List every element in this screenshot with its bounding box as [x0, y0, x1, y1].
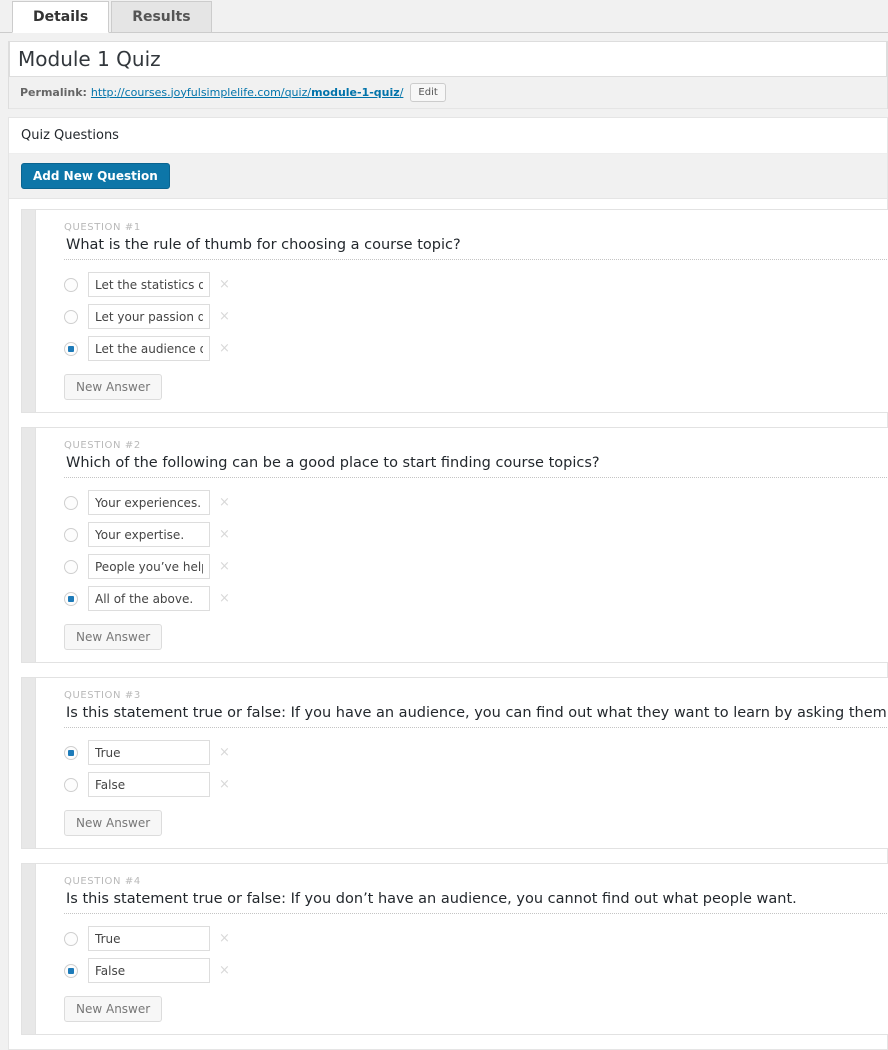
permalink-label: Permalink:	[20, 85, 87, 99]
answer-text-input[interactable]	[88, 926, 210, 951]
answer-row: ×	[64, 336, 888, 361]
answer-text-input[interactable]	[88, 336, 210, 361]
answer-radio[interactable]	[64, 777, 78, 792]
question-block: QUESTION #3 Is this statement true or fal…	[21, 677, 888, 849]
questions-list: QUESTION #1 What is the rule of thumb for…	[9, 199, 888, 1035]
answer-radio[interactable]	[64, 963, 78, 978]
question-number-label: QUESTION #1	[64, 222, 141, 233]
answer-row: ×	[64, 554, 888, 579]
answer-row: ×	[64, 772, 888, 797]
add-new-question-button[interactable]: Add New Question	[21, 163, 170, 189]
quiz-questions-panel: Quiz Questions Add New Question QUESTION…	[8, 117, 888, 1050]
answers-list: ××	[64, 728, 888, 797]
answer-text-input[interactable]	[88, 490, 210, 515]
remove-answer-icon[interactable]: ×	[219, 592, 230, 605]
answer-row: ×	[64, 304, 888, 329]
remove-answer-icon[interactable]: ×	[219, 560, 230, 573]
answer-radio[interactable]	[64, 745, 78, 760]
answers-list: ××	[64, 914, 888, 983]
answer-row: ×	[64, 926, 888, 951]
answer-row: ×	[64, 586, 888, 611]
remove-answer-icon[interactable]: ×	[219, 496, 230, 509]
drag-handle[interactable]	[22, 210, 36, 412]
panel-heading: Quiz Questions	[9, 118, 887, 154]
permalink-url[interactable]: http://courses.joyfulsimplelife.com/quiz…	[91, 86, 403, 99]
remove-answer-icon[interactable]: ×	[219, 528, 230, 541]
question-body: QUESTION #3 Is this statement true or fal…	[36, 678, 888, 848]
remove-answer-icon[interactable]: ×	[219, 342, 230, 355]
answer-radio[interactable]	[64, 931, 78, 946]
answer-text-input[interactable]	[88, 740, 210, 765]
question-number-label: QUESTION #4	[64, 876, 141, 887]
answer-row: ×	[64, 522, 888, 547]
title-section: Permalink: http://courses.joyfulsimpleli…	[8, 41, 888, 109]
question-number-label: QUESTION #3	[64, 690, 141, 701]
permalink-row: Permalink: http://courses.joyfulsimpleli…	[9, 77, 887, 109]
quiz-title-input[interactable]	[9, 41, 887, 77]
answer-text-input[interactable]	[88, 586, 210, 611]
remove-answer-icon[interactable]: ×	[219, 746, 230, 759]
answer-text-input[interactable]	[88, 958, 210, 983]
question-body: QUESTION #2 Which of the following can be…	[36, 428, 888, 662]
answer-text-input[interactable]	[88, 554, 210, 579]
answer-text-input[interactable]	[88, 304, 210, 329]
question-text[interactable]: Is this statement true or false: If you …	[64, 704, 888, 728]
answer-row: ×	[64, 958, 888, 983]
question-block: QUESTION #1 What is the rule of thumb for…	[21, 209, 888, 413]
question-block: QUESTION #4 Is this statement true or fal…	[21, 863, 888, 1035]
remove-answer-icon[interactable]: ×	[219, 964, 230, 977]
answer-radio[interactable]	[64, 527, 78, 542]
drag-handle[interactable]	[22, 864, 36, 1034]
new-answer-button[interactable]: New Answer	[64, 374, 163, 400]
edit-permalink-button[interactable]: Edit	[410, 82, 446, 102]
tab-details[interactable]: Details	[12, 1, 110, 33]
answer-text-input[interactable]	[88, 272, 210, 297]
new-answer-button[interactable]: New Answer	[64, 810, 163, 836]
permalink-url-slug: module-1-quiz	[311, 85, 400, 99]
answer-radio[interactable]	[64, 309, 78, 324]
answer-row: ×	[64, 272, 888, 297]
question-number-label: QUESTION #2	[64, 440, 141, 451]
answer-radio[interactable]	[64, 591, 78, 606]
question-body: QUESTION #4 Is this statement true or fal…	[36, 864, 888, 1034]
remove-answer-icon[interactable]: ×	[219, 310, 230, 323]
new-answer-button[interactable]: New Answer	[64, 624, 163, 650]
drag-handle[interactable]	[22, 428, 36, 662]
question-block: QUESTION #2 Which of the following can be…	[21, 427, 888, 663]
answer-radio[interactable]	[64, 559, 78, 574]
tab-bar: Details Results	[0, 0, 888, 33]
drag-handle[interactable]	[22, 678, 36, 848]
answer-text-input[interactable]	[88, 772, 210, 797]
answers-list: × × × ×	[64, 478, 888, 611]
question-text[interactable]: Is this statement true or false: If you …	[64, 890, 888, 914]
answer-row: ×	[64, 490, 888, 515]
answers-list: × × ×	[64, 260, 888, 361]
tab-results[interactable]: Results	[111, 1, 212, 33]
permalink-url-suffix: /	[399, 85, 404, 99]
answer-row: ×	[64, 740, 888, 765]
answer-radio[interactable]	[64, 341, 78, 356]
permalink-url-prefix: http://courses.joyfulsimplelife.com/quiz…	[90, 85, 312, 99]
remove-answer-icon[interactable]: ×	[219, 932, 230, 945]
answer-radio[interactable]	[64, 277, 78, 292]
remove-answer-icon[interactable]: ×	[219, 778, 230, 791]
remove-answer-icon[interactable]: ×	[219, 278, 230, 291]
question-text[interactable]: Which of the following can be a good pla…	[64, 454, 888, 478]
question-text[interactable]: What is the rule of thumb for choosing a…	[64, 236, 888, 260]
question-body: QUESTION #1 What is the rule of thumb for…	[36, 210, 888, 412]
new-answer-button[interactable]: New Answer	[64, 996, 163, 1022]
answer-text-input[interactable]	[88, 522, 210, 547]
answer-radio[interactable]	[64, 495, 78, 510]
panel-toolbar: Add New Question	[9, 154, 887, 199]
